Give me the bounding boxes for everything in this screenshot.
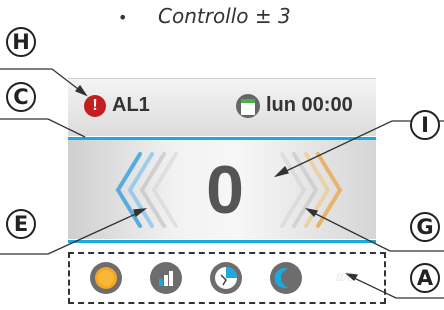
callout-i: I bbox=[410, 110, 440, 140]
callout-lines bbox=[0, 68, 444, 299]
callout-e: E bbox=[6, 209, 36, 239]
callout-c: C bbox=[6, 82, 36, 112]
callout-g: G bbox=[410, 212, 440, 242]
callout-a: A bbox=[410, 263, 440, 293]
callout-h: H bbox=[6, 27, 36, 57]
